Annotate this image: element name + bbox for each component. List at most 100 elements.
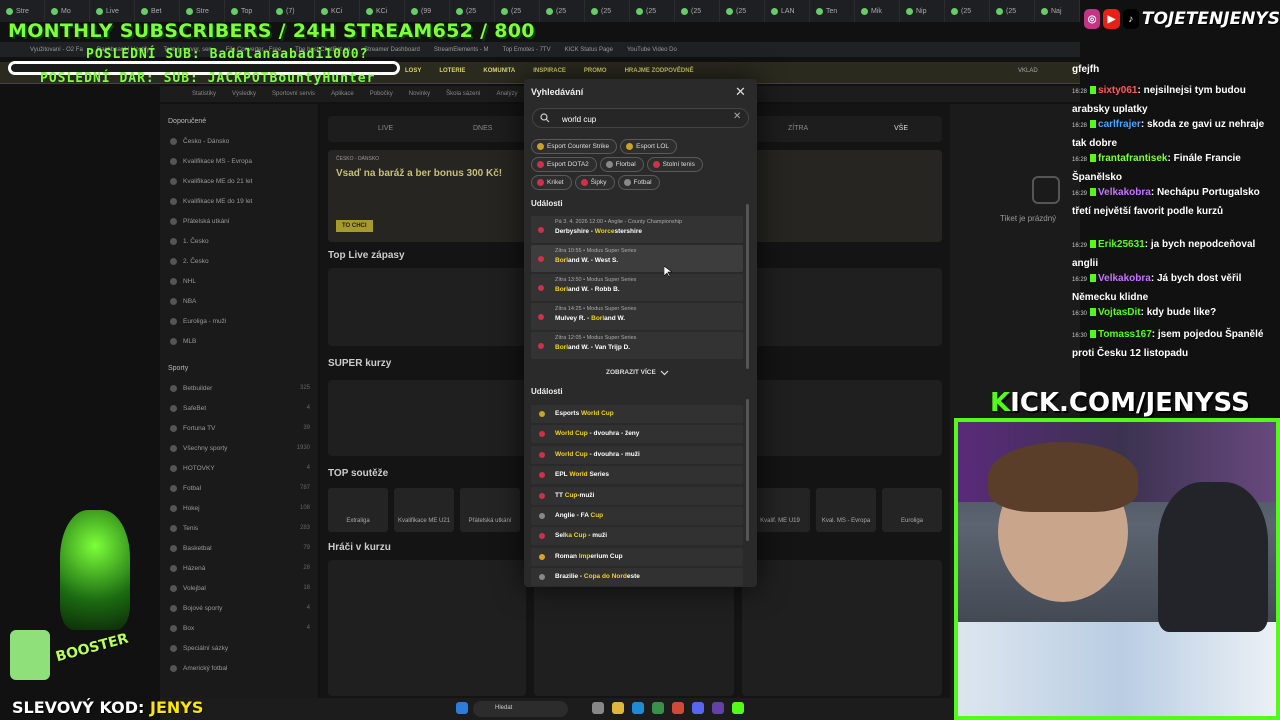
start-icon[interactable] <box>456 702 468 714</box>
event-row[interactable]: Zítra 14:25 • Modus Super Series Mulvey R… <box>531 303 743 330</box>
browser-tab[interactable]: Top <box>225 0 270 22</box>
sub-nav-item[interactable]: Analýzy <box>496 91 517 97</box>
live-match-card[interactable] <box>328 268 526 346</box>
sub-nav-item[interactable]: Aplikace <box>331 91 354 97</box>
results-scrollbar[interactable] <box>746 399 749 541</box>
sidebar-item[interactable]: Kvalifikace ME do 21 let <box>160 171 318 191</box>
file-explorer-icon[interactable] <box>612 702 624 714</box>
app-icon[interactable] <box>712 702 724 714</box>
sidebar-item[interactable]: Kvalifikace MS - Evropa <box>160 151 318 171</box>
sub-nav-item[interactable]: Pobočky <box>370 91 393 97</box>
sidebar-item[interactable]: MLB <box>160 331 318 351</box>
player-odds-card[interactable] <box>328 560 526 696</box>
site-nav-item[interactable]: KOMUNITA <box>483 68 515 74</box>
competition-tile[interactable]: Euroliga <box>882 488 942 532</box>
competition-result-row[interactable]: World Cup - dvouhra - muži <box>531 445 743 464</box>
sidebar-item[interactable]: SafeBet 4 <box>160 398 318 418</box>
event-row[interactable]: Zítra 13:50 • Modus Super Series Borland … <box>531 274 743 301</box>
sub-nav-item[interactable]: Výsledky <box>232 91 256 97</box>
sidebar-item[interactable]: Kvalifikace ME do 19 let <box>160 191 318 211</box>
competition-result-row[interactable]: Anglie - FA Cup <box>531 507 743 525</box>
event-row[interactable]: Zítra 12:05 • Modus Super Series Borland … <box>531 332 743 359</box>
search-input[interactable] <box>562 113 722 125</box>
sidebar-item[interactable]: Box 4 <box>160 618 318 638</box>
sub-nav-item[interactable]: Sportovní servis <box>272 91 315 97</box>
sidebar-item[interactable]: Fortuna TV 39 <box>160 418 318 438</box>
sidebar-item[interactable]: Volejbal 18 <box>160 578 318 598</box>
sidebar-item[interactable]: NHL <box>160 271 318 291</box>
show-more-button[interactable]: ZOBRAZIT VÍCE <box>606 369 669 376</box>
competition-result-row[interactable]: Brazilie - Copa do Nordeste <box>531 568 743 587</box>
sidebar-item[interactable]: Bojové sporty 4 <box>160 598 318 618</box>
live-match-card[interactable] <box>748 268 942 346</box>
sport-filter-chip[interactable]: Kriket <box>531 175 572 190</box>
search-box[interactable]: ✕ <box>532 108 749 128</box>
obs-icon[interactable] <box>732 702 744 714</box>
promo-banner-right[interactable] <box>750 150 942 242</box>
tab-all[interactable]: VŠE <box>894 125 908 132</box>
sidebar-item[interactable]: Hokej 108 <box>160 498 318 518</box>
site-nav-item[interactable]: HRAJME ZODPOVĚDNĚ <box>625 68 694 74</box>
bookmark-item[interactable]: YouTube Video Do <box>627 47 677 53</box>
competition-tile[interactable]: Kvalif. ME U19 <box>750 488 810 532</box>
browser-tab[interactable]: (25 <box>675 0 720 22</box>
browser-tab[interactable]: Stre <box>180 0 225 22</box>
browser-tab[interactable]: (99 <box>405 0 450 22</box>
competition-result-row[interactable]: World Cup - dvouhra - ženy <box>531 425 743 444</box>
sidebar-item[interactable]: Tenis 283 <box>160 518 318 538</box>
sidebar-item[interactable]: Házená 28 <box>160 558 318 578</box>
sidebar-item[interactable]: Fotbal 787 <box>160 478 318 498</box>
sidebar-item[interactable]: Speciální sázky <box>160 638 318 658</box>
browser-tab[interactable]: (25 <box>585 0 630 22</box>
browser-tab[interactable]: (25 <box>495 0 540 22</box>
competition-tile[interactable]: Přátelská utkání <box>460 488 520 532</box>
site-nav-item[interactable]: INSPIRACE <box>533 68 566 74</box>
promo-cta-button[interactable]: TO CHCI <box>336 220 373 232</box>
task-view-icon[interactable] <box>592 702 604 714</box>
browser-tab[interactable]: (7) <box>270 0 315 22</box>
sidebar-item[interactable]: Basketbal 79 <box>160 538 318 558</box>
sidebar-item[interactable]: NBA <box>160 291 318 311</box>
taskbar-search[interactable]: Hledat <box>473 701 568 717</box>
competition-result-row[interactable]: Esports World Cup <box>531 405 743 423</box>
sub-nav-item[interactable]: Statistiky <box>192 91 216 97</box>
competition-tile[interactable]: Kvalifikace ME U21 <box>394 488 454 532</box>
event-row[interactable]: Pá 3. 4. 2026 12:00 • Anglie - County Ch… <box>531 216 743 243</box>
tab-live[interactable]: LIVE <box>378 125 393 132</box>
chrome-icon[interactable] <box>672 702 684 714</box>
deposit-link[interactable]: VKLAD <box>1018 68 1038 74</box>
sidebar-item[interactable]: Česko - Dánsko <box>160 131 318 151</box>
browser-tab[interactable]: (25 <box>450 0 495 22</box>
events-scrollbar[interactable] <box>746 204 749 369</box>
edge-icon[interactable] <box>632 702 644 714</box>
sidebar-item[interactable]: Přátelská utkání <box>160 211 318 231</box>
competition-result-row[interactable]: TT Cup-muži <box>531 486 743 505</box>
sport-filter-chip[interactable]: Fotbal <box>617 175 660 190</box>
browser-tab[interactable]: (25 <box>720 0 765 22</box>
super-odds-card[interactable] <box>328 380 526 456</box>
sport-filter-chip[interactable]: Esport DOTA2 <box>531 157 597 172</box>
sport-filter-chip[interactable]: Esport Counter Strike <box>531 139 618 154</box>
browser-tab[interactable]: (25 <box>540 0 585 22</box>
sport-filter-chip[interactable]: Stolní tenis <box>646 157 703 172</box>
browser-tab[interactable]: LAN <box>765 0 810 22</box>
browser-tab[interactable]: Mik <box>855 0 900 22</box>
bookmark-item[interactable]: KICK Status Page <box>565 47 613 53</box>
site-nav-item[interactable]: LOSY <box>405 68 421 74</box>
tab-today[interactable]: DNES <box>473 125 492 132</box>
competition-result-row[interactable]: EPL World Series <box>531 466 743 485</box>
bookmark-item[interactable]: Streamer Dashboard <box>364 47 420 53</box>
sport-filter-chip[interactable]: Šipky <box>574 175 615 190</box>
close-icon[interactable]: ✕ <box>735 85 746 98</box>
sport-filter-chip[interactable]: Florbal <box>599 157 644 172</box>
browser-tab[interactable]: (25 <box>945 0 990 22</box>
bookmark-item[interactable]: Využitovaní - O2 Fa <box>30 47 83 53</box>
sport-filter-chip[interactable]: Esport LOL <box>620 139 678 154</box>
bookmark-item[interactable]: Top Emotes - 7TV <box>503 47 551 53</box>
browser-tab[interactable]: (25 <box>630 0 675 22</box>
sidebar-item[interactable]: Všechny sporty 1930 <box>160 438 318 458</box>
bookmark-item[interactable]: StreamElements - M <box>434 47 489 53</box>
competition-result-row[interactable]: Roman Imperium Cup <box>531 547 743 566</box>
sidebar-item[interactable]: Euroliga - muži <box>160 311 318 331</box>
promo-banner[interactable]: ČESKO - DÁNSKO Vsaď na baráž a ber bonus… <box>328 150 528 242</box>
